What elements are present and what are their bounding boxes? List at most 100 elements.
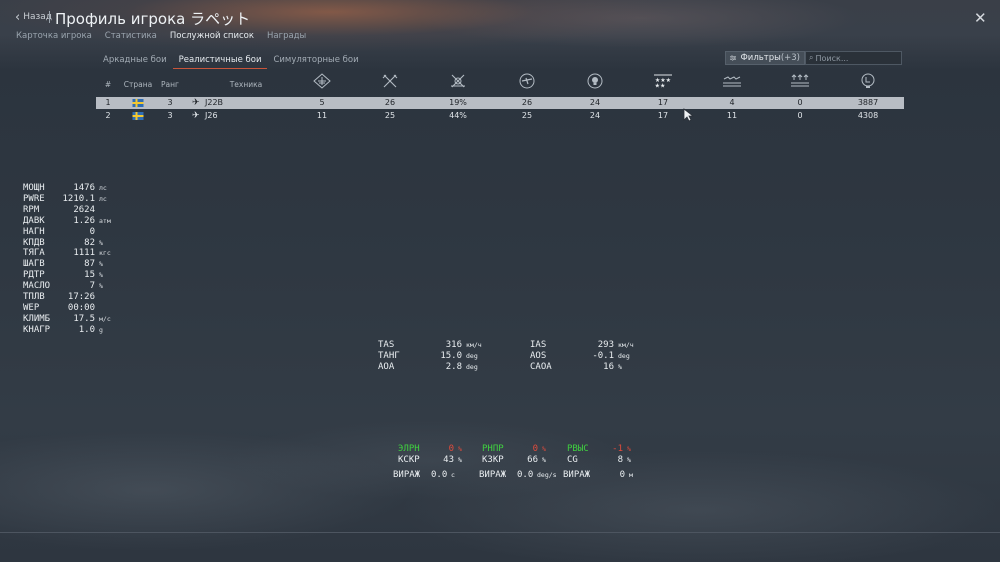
stat-ground-victories: 26: [384, 98, 396, 107]
exp-icon[interactable]: [859, 73, 877, 89]
naval-kills-icon[interactable]: [722, 73, 742, 89]
instrument-value: 15: [84, 270, 95, 281]
instrument-row: КПДВ 82%: [23, 238, 111, 249]
stat-naval-kills: 4: [729, 98, 735, 107]
instrument-row: WEP 00:00: [23, 303, 111, 314]
instrument-row: CAOA 16%: [530, 362, 634, 373]
turn-value: 0: [619, 470, 625, 480]
turn-label: ВИРАЖ: [563, 470, 591, 480]
stat-exp: 3887: [857, 98, 879, 107]
stat-air-respawns: 25: [521, 111, 533, 120]
sweden-flag-icon: [132, 99, 144, 107]
trim-value: 43: [443, 455, 454, 465]
back-button[interactable]: ‹ Назад: [15, 11, 53, 24]
instrument-unit: %: [99, 282, 103, 291]
stat-exp: 4308: [857, 111, 879, 120]
instrument-row: TAS 316 км/ч: [378, 340, 482, 351]
stat-ground-kills: 0: [797, 98, 803, 107]
table-row[interactable]: 2 3 ✈ J26 11 25 44% 25 24 17 11 0 4308: [96, 110, 904, 122]
header-country: Страна: [123, 80, 153, 89]
instrument-label: AOS: [530, 351, 547, 361]
filters-button[interactable]: Фильтры (+3): [725, 51, 805, 65]
trim-value: -1: [612, 444, 623, 454]
trim-unit: %: [627, 445, 631, 453]
trim-value: 66: [527, 455, 538, 465]
stat-victory-ratio: 19%: [449, 98, 467, 107]
turn-label: ВИРАЖ: [393, 470, 421, 480]
instrument-label: IAS: [530, 340, 547, 350]
turn-unit: с: [451, 471, 455, 479]
instrument-value: 2.8: [445, 362, 462, 372]
tab-realistic[interactable]: Реалистичные бои: [172, 53, 268, 69]
instrument-unit: deg: [618, 352, 630, 360]
ground-kills-icon[interactable]: [790, 73, 810, 89]
instrument-value: 82: [84, 237, 95, 248]
trim-unit: %: [542, 445, 546, 453]
tab-player-card[interactable]: Карточка игрока: [16, 31, 92, 41]
back-label: Назад: [23, 12, 53, 22]
instrument-label: МАСЛО: [23, 281, 51, 292]
turn-row: ВИРАЖ 0.0 с ВИРАЖ 0.0 deg/s ВИРАЖ 0 м: [393, 470, 633, 481]
filters-label: Фильтры: [740, 53, 781, 63]
tab-arcade[interactable]: Аркадные бои: [97, 53, 173, 69]
air-respawns-icon[interactable]: [518, 73, 536, 89]
instrument-unit: атм: [99, 216, 111, 225]
flight-params-right: IAS 293 км/ч AOS -0.1 deg CAOA 16%: [530, 340, 634, 373]
page-title: Профиль игрока ラペット: [55, 10, 251, 28]
victory-ratio-icon[interactable]: [449, 73, 467, 89]
turn-unit: deg/s: [537, 471, 557, 479]
top-places-icon[interactable]: ★★★ ★★: [653, 73, 673, 89]
instrument-unit: %: [618, 363, 622, 371]
instrument-row: ТАНГ 15.0 deg: [378, 351, 482, 362]
mode-tabs: Аркадные бои Реалистичные бои Симуляторн…: [97, 53, 365, 69]
trim-col-1: ЭЛРН 0% КСКР 43%: [398, 444, 462, 466]
instrument-value: 15.0: [440, 351, 462, 361]
profile-tabs: Карточка игрока Статистика Послужной спи…: [16, 31, 306, 41]
header-vehicle: Техника: [229, 80, 263, 89]
turn-unit: м: [629, 471, 633, 479]
instrument-row: AOS -0.1 deg: [530, 351, 634, 362]
tab-service-record[interactable]: Послужной список: [170, 31, 254, 41]
deaths-icon[interactable]: [586, 73, 604, 89]
trim-label: КЗКР: [482, 455, 504, 465]
filters-count: (+3): [780, 53, 800, 63]
stat-ground-kills: 0: [797, 111, 803, 120]
air-victories-icon[interactable]: [313, 73, 331, 89]
trim-unit: %: [627, 456, 631, 464]
stat-air-victories: 11: [316, 111, 328, 120]
row-rank: 3: [167, 111, 173, 120]
trim-unit: %: [458, 445, 462, 453]
ground-victories-icon[interactable]: [381, 73, 399, 89]
search-box[interactable]: ⌕: [805, 51, 902, 65]
instrument-row: ТЯГА 1111 кгс: [23, 248, 111, 259]
instrument-unit: м/с: [99, 314, 111, 323]
stat-victory-ratio: 44%: [449, 111, 467, 120]
fighter-plane-icon: ✈: [192, 111, 200, 121]
instrument-row: КНАГР 1.0 g: [23, 325, 111, 336]
tab-statistics[interactable]: Статистика: [105, 31, 157, 41]
table-row[interactable]: 1 3 ✈ J22B 5 26 19% 26 24 17 4 0 3887: [96, 97, 904, 109]
stat-air-victories: 5: [319, 98, 325, 107]
trim-unit: %: [458, 456, 462, 464]
clouds-background: [0, 400, 1000, 562]
instrument-row: КЛИМБ 17.5 м/с: [23, 314, 111, 325]
instrument-label: ТАНГ: [378, 351, 400, 361]
instrument-value: 1476: [73, 183, 95, 193]
instrument-label: МОЩН: [23, 183, 45, 193]
close-icon[interactable]: ✕: [974, 11, 987, 26]
trim-value: 8: [617, 455, 623, 465]
instrument-unit: deg: [466, 363, 478, 371]
tab-simulator[interactable]: Симуляторные бои: [267, 53, 364, 69]
trim-value: 0: [532, 444, 538, 454]
header-separator: [49, 11, 50, 23]
trim-col-3: РВЫС -1% CG 8%: [567, 444, 631, 466]
search-input[interactable]: [813, 53, 896, 63]
sweden-flag-icon: [132, 112, 144, 120]
instrument-row: МАСЛО 7%: [23, 281, 111, 292]
instrument-label: TAS: [378, 340, 395, 350]
instrument-label: AOA: [378, 362, 395, 372]
instrument-label: RPM: [23, 204, 40, 215]
instrument-value: 17.5: [73, 313, 95, 324]
svg-text:★★: ★★: [655, 83, 666, 90]
tab-awards[interactable]: Награды: [267, 31, 306, 41]
